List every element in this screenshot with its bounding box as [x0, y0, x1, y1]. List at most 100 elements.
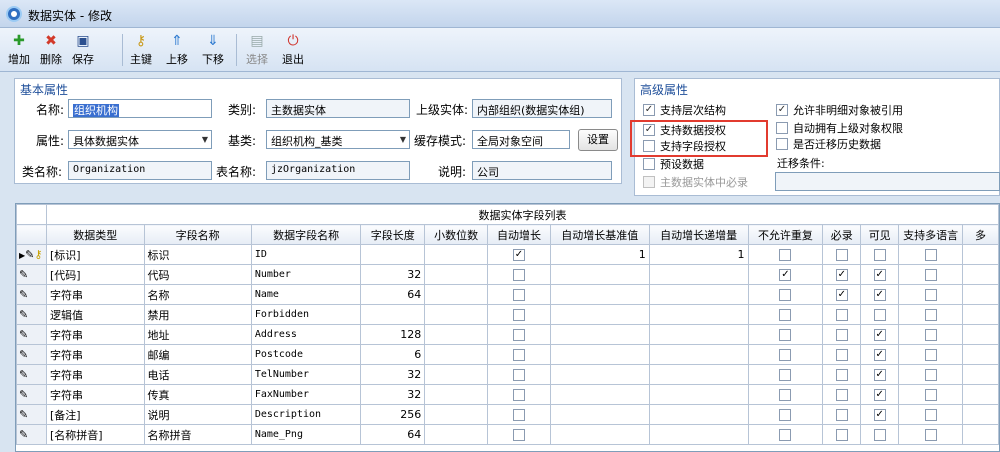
- cell-multilang[interactable]: [898, 424, 964, 445]
- cell-auto-step[interactable]: [648, 284, 749, 305]
- select-button[interactable]: ▤ 选择: [242, 31, 272, 69]
- cell-auto-step[interactable]: [648, 384, 749, 405]
- cell-required[interactable]: [822, 304, 862, 325]
- cell-data-type[interactable]: [备注]: [45, 404, 145, 425]
- cell-db-field-name[interactable]: Name: [250, 284, 362, 305]
- cell-field-name[interactable]: 名称: [143, 284, 252, 305]
- cell-auto-increment[interactable]: [487, 284, 551, 305]
- row-header[interactable]: ✎: [16, 404, 47, 425]
- checkbox[interactable]: [835, 309, 848, 321]
- cell-visible[interactable]: ✓: [860, 404, 900, 425]
- cell-auto-base[interactable]: [549, 304, 650, 325]
- cell-length[interactable]: 256: [360, 404, 426, 425]
- row-header[interactable]: ✎: [16, 384, 47, 405]
- cell-unique[interactable]: [747, 324, 824, 345]
- cell-visible[interactable]: ✓: [860, 344, 900, 365]
- cell-visible[interactable]: ✓: [860, 264, 900, 285]
- cell-decimals[interactable]: [424, 384, 489, 405]
- column-header[interactable]: 必录: [822, 224, 862, 245]
- cell-extra[interactable]: [962, 364, 999, 385]
- auto-parent-perm-checkbox[interactable]: [776, 122, 788, 134]
- cell-unique[interactable]: [747, 404, 824, 425]
- cell-auto-increment[interactable]: [487, 304, 551, 325]
- checkbox[interactable]: ✓: [512, 249, 525, 261]
- checkbox[interactable]: [512, 429, 525, 441]
- checkbox[interactable]: [779, 409, 792, 421]
- cell-auto-increment[interactable]: [487, 384, 551, 405]
- checkbox[interactable]: [512, 369, 525, 381]
- cell-visible[interactable]: [860, 304, 900, 325]
- cell-extra[interactable]: [962, 404, 999, 425]
- required-in-master-checkbox[interactable]: [643, 176, 655, 188]
- checkbox[interactable]: [779, 429, 792, 441]
- table-row[interactable]: ✎ 字符串 名称 Name 64 ✓ ✓: [16, 284, 999, 305]
- cell-data-type[interactable]: [标识]: [45, 244, 145, 265]
- cell-auto-increment[interactable]: [487, 324, 551, 345]
- cache-mode-field[interactable]: 全局对象空间: [472, 130, 570, 149]
- cell-multilang[interactable]: [898, 264, 964, 285]
- table-row[interactable]: ✎ [名称拼音] 名称拼音 Name_Png 64: [16, 424, 999, 445]
- attribute-select[interactable]: 具体数据实体 ▼: [68, 130, 212, 149]
- checkbox[interactable]: [924, 349, 937, 361]
- cell-unique[interactable]: [747, 244, 824, 265]
- column-header[interactable]: 不允许重复: [747, 224, 824, 245]
- table-row[interactable]: ▶✎⚷ [标识] 标识 ID ✓ 1 1: [16, 244, 999, 265]
- cell-visible[interactable]: [860, 244, 900, 265]
- cell-unique[interactable]: [747, 304, 824, 325]
- table-row[interactable]: ✎ 字符串 邮编 Postcode 6 ✓: [16, 344, 999, 365]
- cell-auto-increment[interactable]: [487, 264, 551, 285]
- table-row[interactable]: ✎ 字符串 地址 Address 128 ✓: [16, 324, 999, 345]
- cell-extra[interactable]: [962, 244, 999, 265]
- column-header[interactable]: 小数位数: [424, 224, 489, 245]
- checkbox[interactable]: [512, 289, 525, 301]
- chevron-down-icon[interactable]: ▼: [400, 135, 406, 144]
- cell-field-name[interactable]: 名称拼音: [143, 424, 252, 445]
- cell-auto-step[interactable]: 1: [648, 244, 749, 265]
- cell-db-field-name[interactable]: Description: [250, 404, 362, 425]
- cell-length[interactable]: 32: [360, 364, 426, 385]
- column-header[interactable]: 多: [962, 224, 999, 245]
- cell-field-name[interactable]: 传真: [143, 384, 252, 405]
- cell-field-name[interactable]: 标识: [143, 244, 252, 265]
- checkbox[interactable]: ✓: [873, 389, 886, 401]
- cell-db-field-name[interactable]: Forbidden: [250, 304, 362, 325]
- checkbox[interactable]: [924, 329, 937, 341]
- checkbox[interactable]: [512, 269, 525, 281]
- cell-extra[interactable]: [962, 344, 999, 365]
- description-field[interactable]: 公司: [472, 161, 612, 180]
- class-name-field[interactable]: Organization: [68, 161, 212, 180]
- cell-unique[interactable]: [747, 424, 824, 445]
- table-row[interactable]: ✎ 字符串 电话 TelNumber 32 ✓: [16, 364, 999, 385]
- cell-multilang[interactable]: [898, 324, 964, 345]
- checkbox[interactable]: ✓: [873, 329, 886, 341]
- cell-decimals[interactable]: [424, 344, 489, 365]
- cell-db-field-name[interactable]: ID: [250, 244, 362, 265]
- column-header[interactable]: 数据字段名称: [250, 224, 362, 245]
- column-header[interactable]: 可见: [860, 224, 900, 245]
- checkbox[interactable]: [779, 389, 792, 401]
- cell-data-type[interactable]: 逻辑值: [45, 304, 145, 325]
- cell-decimals[interactable]: [424, 284, 489, 305]
- checkbox[interactable]: ✓: [873, 409, 886, 421]
- preset-data-checkbox[interactable]: [643, 158, 655, 170]
- name-field[interactable]: 组织机构: [68, 99, 212, 118]
- cell-auto-step[interactable]: [648, 324, 749, 345]
- cell-multilang[interactable]: [898, 364, 964, 385]
- cell-unique[interactable]: [747, 344, 824, 365]
- cell-required[interactable]: [822, 424, 862, 445]
- non-detail-ref-checkbox[interactable]: ✓: [776, 104, 788, 116]
- cell-multilang[interactable]: [898, 344, 964, 365]
- checkbox[interactable]: [924, 309, 937, 321]
- cell-decimals[interactable]: [424, 404, 489, 425]
- cell-field-name[interactable]: 禁用: [143, 304, 252, 325]
- delete-button[interactable]: ✖ 删除: [36, 31, 66, 69]
- cell-required[interactable]: [822, 344, 862, 365]
- cell-auto-step[interactable]: [648, 364, 749, 385]
- checkbox[interactable]: [924, 269, 937, 281]
- table-row[interactable]: ✎ 字符串 传真 FaxNumber 32 ✓: [16, 384, 999, 405]
- checkbox[interactable]: [779, 349, 792, 361]
- cell-required[interactable]: [822, 324, 862, 345]
- checkbox[interactable]: [924, 389, 937, 401]
- row-header[interactable]: ✎: [16, 364, 47, 385]
- checkbox[interactable]: [779, 249, 792, 261]
